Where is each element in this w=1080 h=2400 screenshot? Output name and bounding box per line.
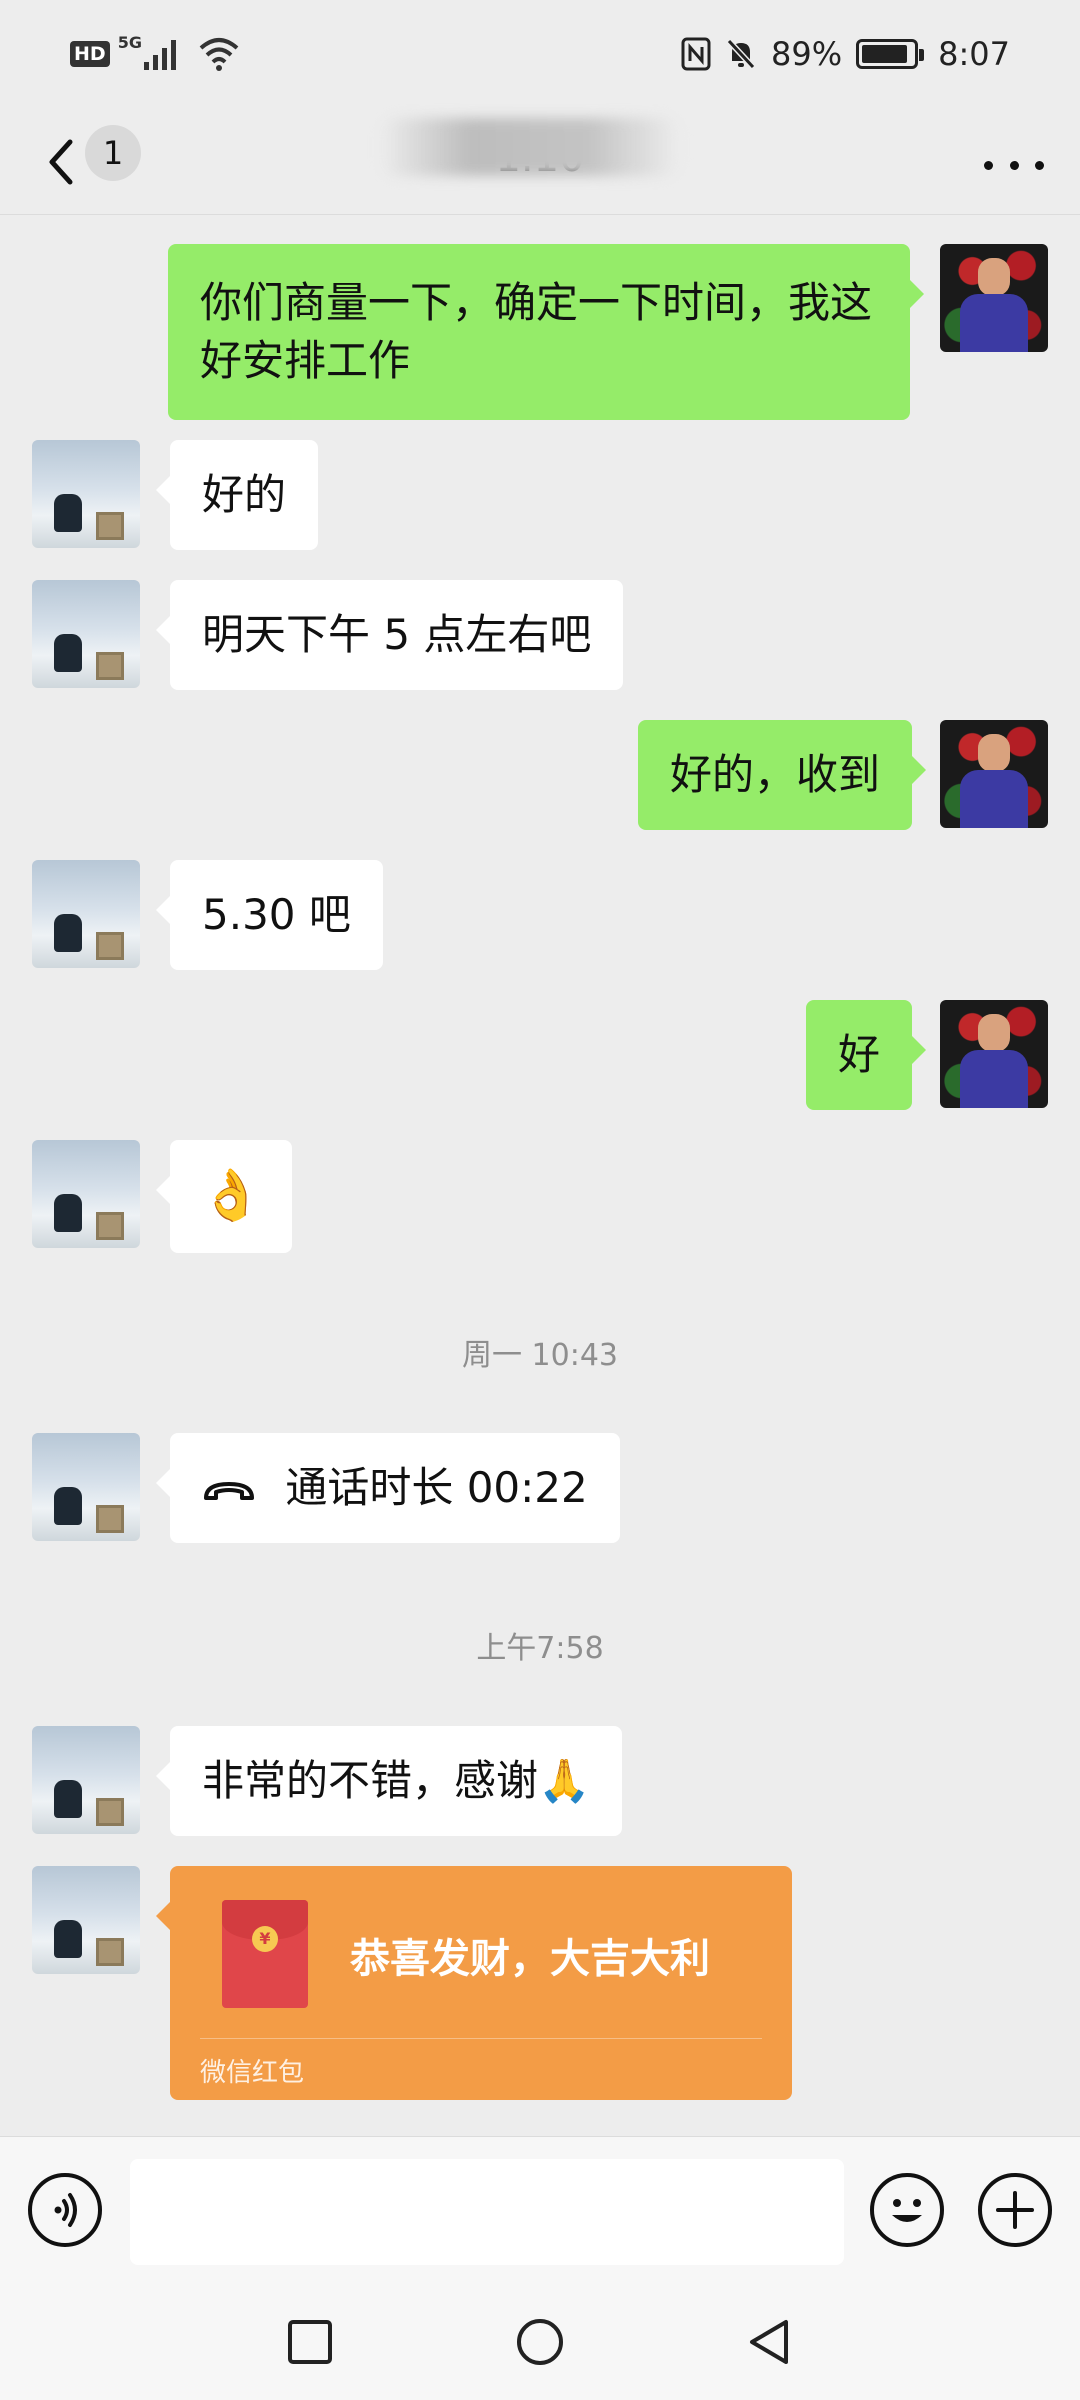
status-left: HD 5G <box>70 30 240 78</box>
avatar-contact[interactable] <box>32 860 140 968</box>
title-redaction <box>380 118 680 176</box>
chat-screen: HD 5G 89% 8:07 1 你们商量一下，确定一下时间，我这好安排工作 好… <box>0 0 1080 2400</box>
emoji-icon <box>892 2199 922 2222</box>
system-navigation <box>0 2282 1080 2400</box>
ok-hand-emoji: 👌 <box>200 1166 263 1224</box>
message-text: 好的，收到 <box>669 750 880 799</box>
message-text: 非常的不错，感谢🙏 <box>202 1756 591 1805</box>
message-bubble-right[interactable]: 你们商量一下，确定一下时间，我这好安排工作 <box>168 244 924 420</box>
back-icon <box>49 139 73 185</box>
nav-back-button[interactable] <box>740 2312 800 2372</box>
message-text: 通话时长 00:22 <box>285 1463 588 1512</box>
home-button[interactable] <box>510 2312 570 2372</box>
mute-bell-icon <box>726 38 756 70</box>
signal-icon <box>143 40 176 70</box>
avatar-contact[interactable] <box>32 1433 140 1541</box>
voice-button[interactable] <box>28 2173 102 2247</box>
clock: 8:07 <box>938 35 1010 73</box>
home-icon <box>517 2319 563 2365</box>
more-button[interactable] <box>984 150 1044 180</box>
red-packet-footer: 微信红包 <box>200 2058 305 2088</box>
message-input[interactable] <box>130 2159 844 2265</box>
message-bubble-left[interactable]: 5.30 吧 <box>156 860 383 970</box>
red-packet-card[interactable]: ¥ 恭喜发财，大吉大利 微信红包 <box>156 1866 792 2100</box>
timestamp: 上午7:58 <box>476 1631 604 1666</box>
message-bubble-left[interactable]: 明天下午 5 点左右吧 <box>155 580 624 690</box>
avatar-contact[interactable] <box>32 1866 140 1974</box>
avatar-contact[interactable] <box>32 580 140 688</box>
plus-icon <box>996 2191 1034 2229</box>
back-button[interactable] <box>36 130 86 194</box>
status-right: 89% 8:07 <box>681 30 1010 78</box>
call-record-bubble[interactable]: 通话时长 00:22 <box>156 1433 620 1543</box>
battery-fill <box>862 45 908 63</box>
coin-icon: ¥ <box>252 1926 278 1952</box>
avatar-self[interactable] <box>940 720 1048 828</box>
back-nav-icon <box>750 2320 788 2364</box>
message-text: 好的 <box>202 470 287 519</box>
voice-icon <box>54 2193 77 2227</box>
message-bubble-left[interactable]: 非常的不错，感谢🙏 <box>155 1726 623 1836</box>
red-packet-title: 恭喜发财，大吉大利 <box>350 1936 710 1982</box>
recent-apps-icon <box>288 2320 332 2364</box>
message-text: 明天下午 5 点左右吧 <box>202 610 592 659</box>
divider <box>200 2038 762 2039</box>
hd-badge: HD <box>70 41 110 67</box>
more-icon <box>984 160 993 170</box>
network-label: 5G <box>117 33 142 52</box>
status-bar: HD 5G 89% 8:07 <box>0 0 1080 110</box>
message-bubble-left[interactable]: 好的 <box>155 440 319 550</box>
avatar-self[interactable] <box>940 1000 1048 1108</box>
message-bubble-right[interactable]: 好的，收到 <box>637 720 927 830</box>
wifi-icon <box>199 38 239 71</box>
battery-icon <box>856 39 925 69</box>
battery-percent: 89% <box>771 35 843 73</box>
message-bubble-right[interactable]: 好 <box>805 1000 927 1110</box>
recent-apps-button[interactable] <box>280 2312 340 2372</box>
nfc-icon <box>681 37 711 71</box>
message-text: 好 <box>837 1030 880 1079</box>
plus-button[interactable] <box>978 2173 1052 2247</box>
emoji-button[interactable] <box>870 2173 944 2247</box>
avatar-contact[interactable] <box>32 1140 140 1248</box>
timestamp: 周一 10:43 <box>462 1338 618 1373</box>
red-envelope-icon: ¥ <box>222 1900 308 2008</box>
input-bar <box>0 2136 1080 2282</box>
message-bubble-left[interactable]: 👌 <box>155 1140 293 1253</box>
avatar-contact[interactable] <box>32 1726 140 1834</box>
message-text: 5.30 吧 <box>202 890 351 939</box>
phone-icon <box>204 1481 254 1500</box>
avatar-contact[interactable] <box>32 440 140 548</box>
unread-badge[interactable]: 1 <box>85 125 141 181</box>
avatar-self[interactable] <box>940 244 1048 352</box>
message-text: 你们商量一下，确定一下时间，我这好安排工作 <box>200 278 873 385</box>
